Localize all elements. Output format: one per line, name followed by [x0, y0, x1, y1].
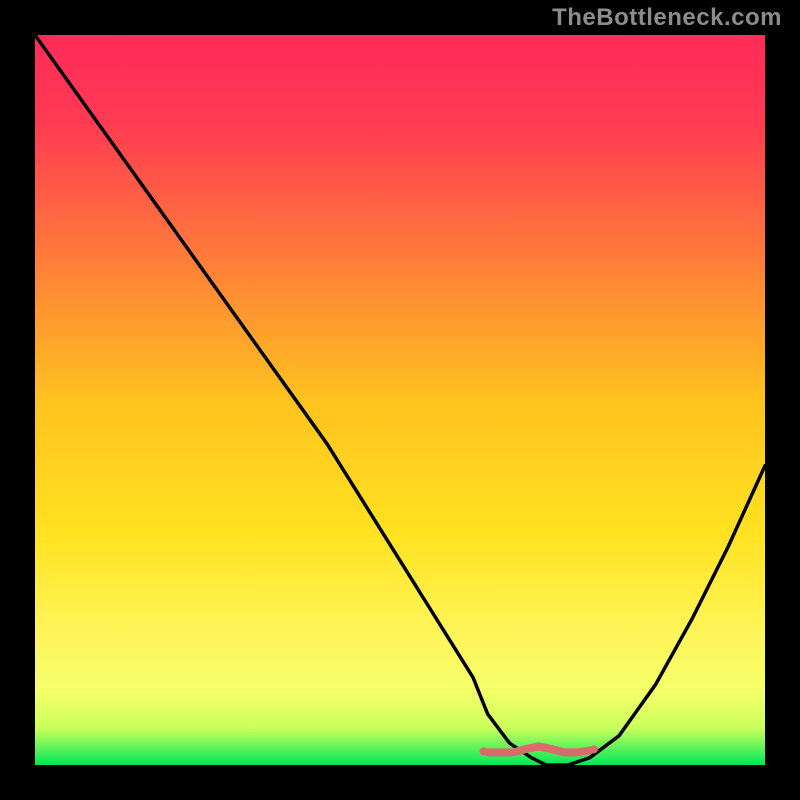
watermark-text: TheBottleneck.com	[552, 4, 782, 32]
bottleneck-chart	[0, 0, 800, 800]
gradient-background	[35, 35, 765, 765]
chart-container: TheBottleneck.com	[0, 0, 800, 800]
